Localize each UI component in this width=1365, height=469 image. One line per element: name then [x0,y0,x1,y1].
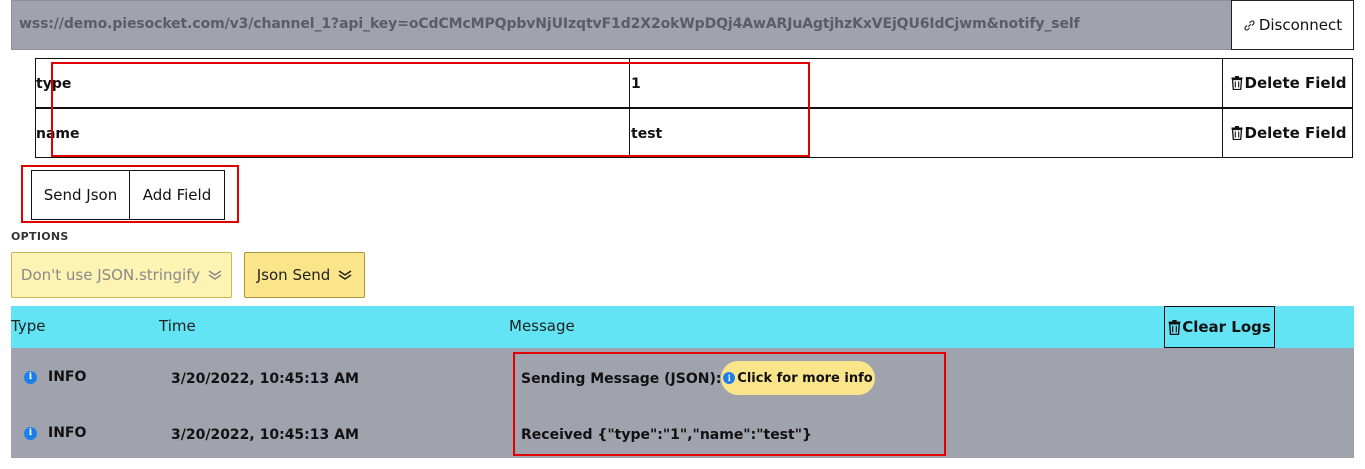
field-row: name test Delete Field [35,108,1353,158]
log-time-value: 3/20/2022, 10:45:13 AM [171,371,359,387]
field-value[interactable]: 1 [631,76,641,92]
log-type-cell: i INFO [24,425,86,441]
stringify-select[interactable]: Don't use JSON.stringify [11,252,232,298]
trash-icon [1168,319,1181,335]
info-icon: i [24,370,37,384]
send-mode-select-value: Json Send [256,266,331,284]
clear-logs-label: Clear Logs [1182,318,1271,336]
field-divider [629,58,630,108]
send-json-label: Send Json [43,186,118,204]
stringify-select-value: Don't use JSON.stringify [20,266,201,284]
delete-field-button[interactable]: Delete Field [1222,58,1354,108]
log-time-value: 3/20/2022, 10:45:13 AM [171,427,359,443]
log-column-time: Time [159,317,196,335]
socket-url-text[interactable]: wss://demo.piesocket.com/v3/channel_1?ap… [19,16,1080,32]
disconnect-label: Disconnect [1258,16,1343,34]
log-type-value: INFO [48,369,87,385]
double-chevron-down-icon [208,270,222,280]
clear-logs-button[interactable]: Clear Logs [1164,306,1275,348]
log-message-value: Sending Message (JSON): [521,371,722,387]
delete-field-button[interactable]: Delete Field [1222,108,1354,158]
log-column-message: Message [509,317,575,335]
more-info-label: Click for more info [737,370,873,386]
field-value[interactable]: test [631,126,662,142]
double-chevron-down-icon [338,270,352,280]
log-table-header [11,306,1354,348]
field-key[interactable]: name [36,126,80,142]
log-column-type: Type [11,317,46,335]
log-type-cell: i INFO [24,369,86,385]
options-label: OPTIONS [11,230,69,243]
info-icon: i [24,426,37,440]
link-broken-icon [1244,19,1255,31]
more-info-button[interactable]: i Click for more info [721,361,875,395]
log-message-value: Received {"type":"1","name":"test"} [521,427,812,443]
log-type-value: INFO [48,425,87,441]
add-field-button[interactable]: Add Field [129,170,225,220]
add-field-label: Add Field [142,186,212,204]
trash-icon [1231,126,1243,140]
send-mode-select[interactable]: Json Send [244,252,365,298]
trash-icon [1231,76,1243,90]
disconnect-button[interactable]: Disconnect [1231,0,1354,50]
delete-field-label: Delete Field [1244,74,1347,92]
send-json-button[interactable]: Send Json [31,170,130,220]
field-key[interactable]: type [36,76,71,92]
info-icon: i [723,372,736,384]
field-divider [629,108,630,158]
delete-field-label: Delete Field [1244,124,1347,142]
field-row: type 1 Delete Field [35,58,1353,108]
